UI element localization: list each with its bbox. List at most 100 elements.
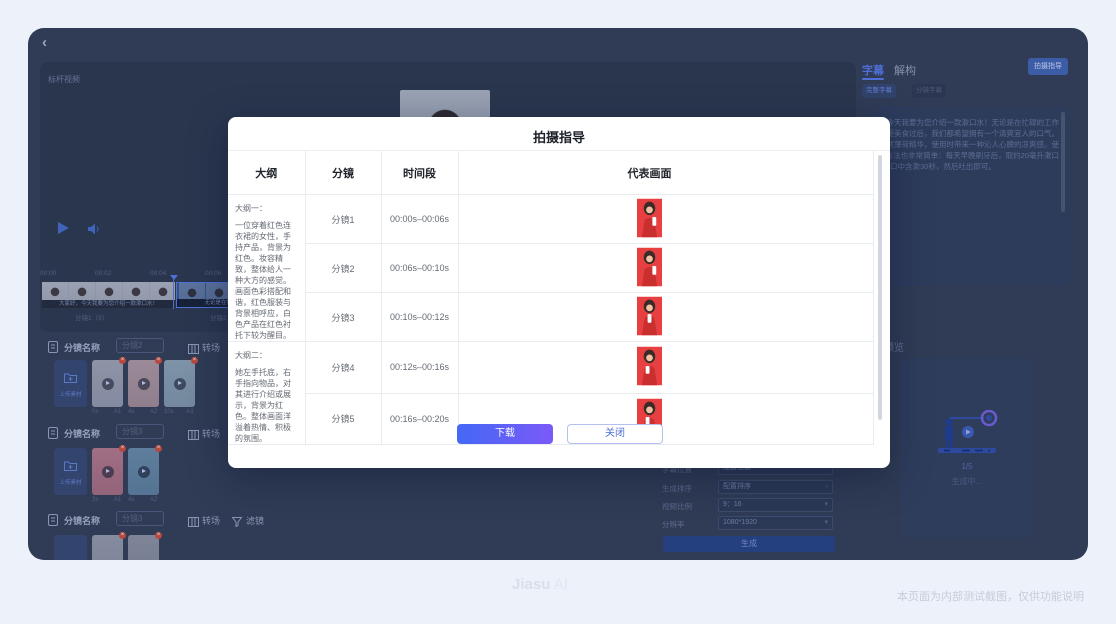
generation-preview-card: 1/5 生成中... [900,358,1034,538]
tab-underline [862,78,884,80]
shot-cell: 分镜3 [305,293,381,342]
clip-thumbnail[interactable]: × [92,535,123,560]
brand-watermark: Jiasu AI [512,576,568,593]
form-value: 配置排序 [723,481,751,493]
clip-duration: 0s [92,409,98,415]
shot-cell: 分镜5 [305,393,381,445]
timeline-segment-1[interactable]: 大家好，今天我要为您介绍一款漱口水！ [42,282,175,308]
clip-play-icon[interactable] [102,378,114,390]
clip-duration: 4s [128,497,134,503]
representative-frame-thumbnail [637,296,662,336]
shot-cell: 分镜1 [305,195,381,244]
transition-button[interactable]: 转场 [202,427,220,440]
chevron-down-icon: ▾ [824,499,828,511]
clip-thumbnail[interactable]: × [164,360,195,407]
time-cell: 00:00s–00:06s [381,195,458,244]
clip-thumbnail[interactable]: × [128,360,159,407]
frame-cell [458,244,873,293]
transition-icon[interactable] [188,514,199,532]
outline-body: 一位穿着红色连衣裙的女性，手持产品，背景为红色。妆容精致，整体给人一种大方的感觉… [235,220,299,341]
play-icon[interactable] [58,222,69,234]
segment-label: 分镜2 [210,312,227,322]
remove-clip-icon[interactable]: × [119,357,126,364]
shooting-guide-table: 大纲 分镜 时间段 代表画面 大纲一： 一位穿着红色连衣裙的女性，手持产品，背景… [228,151,874,445]
subtitle-line: 是享受美食过后，我们都希望拥有一个清爽宜人的口气。 [872,129,1060,139]
back-icon[interactable]: ‹ [42,34,47,51]
remove-clip-icon[interactable]: × [119,532,126,539]
brand-suffix: AI [554,576,568,593]
outline-cell: 大纲二： 她左手托底，右手指向物品，对其进行介绍或展示，背景为红色。整体画面洋溢… [228,342,305,445]
modal-scrollbar[interactable] [878,155,882,420]
timeline-tick: 00:02 [95,270,111,277]
representative-frame-thumbnail [637,346,662,386]
remove-clip-icon[interactable]: × [119,445,126,452]
footer-note: 本页面为内部测试截图，仅供功能说明 [897,588,1084,604]
time-cell: 00:10s–00:12s [381,293,458,342]
clip-play-icon[interactable] [174,378,186,390]
upload-material-card[interactable]: 上传素材 [54,360,87,407]
remove-clip-icon[interactable]: × [155,357,162,364]
download-button[interactable]: 下载 [457,424,553,444]
shooting-guide-button[interactable]: 拍摄指导 [1028,58,1068,75]
storyboard-icon [48,340,58,358]
filter-button[interactable]: 滤镜 [246,514,264,527]
section-name-label: 分镜名称 [64,341,100,354]
clip-play-icon[interactable] [138,378,150,390]
remove-clip-icon[interactable]: × [191,357,198,364]
outline-title: 大纲二： [235,350,299,361]
time-cell: 00:06s–00:10s [381,244,458,293]
generation-order-select[interactable]: 配置排序› [718,480,833,494]
playhead-line [173,279,174,309]
upload-material-card[interactable]: 上传素材 [54,448,87,495]
form-label: 分辨率 [662,519,685,530]
representative-frame-thumbnail [637,198,662,238]
clip-tag: A1 [114,497,121,503]
clip-tag: A1 [114,409,121,415]
tab-structure[interactable]: 解构 [894,62,916,78]
remove-clip-icon[interactable]: × [155,445,162,452]
time-cell: 00:12s–00:16s [381,342,458,394]
clip-duration: 10s [164,409,174,415]
section-name-input[interactable]: 分镜3 [116,511,164,526]
clip-tag: A2 [150,497,157,503]
table-header-row: 大纲 分镜 时间段 代表画面 [228,151,873,195]
col-header-outline: 大纲 [228,151,305,195]
playhead-icon[interactable] [170,275,178,280]
table-row: 大纲一： 一位穿着红色连衣裙的女性，手持产品，背景为红色。妆容精致，整体给人一种… [228,195,873,244]
pill-shot-subtitle[interactable]: 分镜字幕 [912,84,946,98]
close-button[interactable]: 关闭 [567,424,663,444]
filter-icon[interactable] [232,514,242,532]
col-header-time: 时间段 [381,151,458,195]
clip-thumbnail[interactable]: × [92,448,123,495]
col-header-frame: 代表画面 [458,151,873,195]
clip-thumbnail[interactable]: × [128,448,159,495]
tab-subtitle[interactable]: 字幕 [862,62,884,78]
form-label: 视频比例 [662,501,692,512]
upload-material-card[interactable] [54,535,87,560]
timeline-tick: 00:06 [205,270,221,277]
aspect-ratio-select[interactable]: 9：16▾ [718,498,833,512]
time-cell: 00:16s–00:20s [381,393,458,445]
generation-status: 生成中... [900,476,1034,487]
transition-button[interactable]: 转场 [202,341,220,354]
shot-cell: 分镜4 [305,342,381,394]
volume-icon[interactable] [88,222,101,240]
pill-full-subtitle[interactable]: 完整字幕 [862,84,896,98]
section-name-input[interactable]: 分镜3 [116,424,164,439]
clip-thumbnail[interactable]: × [92,360,123,407]
transition-button[interactable]: 转场 [202,514,220,527]
clip-thumbnail[interactable]: × [128,535,159,560]
section-name-input[interactable]: 分镜2 [116,338,164,353]
generation-progress: 1/5 [900,462,1034,471]
clip-play-icon[interactable] [102,466,114,478]
remove-clip-icon[interactable]: × [155,532,162,539]
resolution-select[interactable]: 1080*1920▾ [718,516,833,530]
subtitle-line: 口中含漱30秒，然后吐出即可。 [890,162,996,172]
clip-play-icon[interactable] [138,466,150,478]
outline-title: 大纲一： [235,203,299,214]
subtitle-text-card: ，今天我要为您介绍一款漱口水！无论是在忙碌的工作 是享受美食过后，我们都希望拥有… [876,106,1070,286]
generate-button[interactable]: 生成 [663,536,835,552]
transition-icon[interactable] [188,427,199,445]
generation-illustration [932,410,1002,456]
subtitle-scrollbar[interactable] [1061,112,1065,212]
